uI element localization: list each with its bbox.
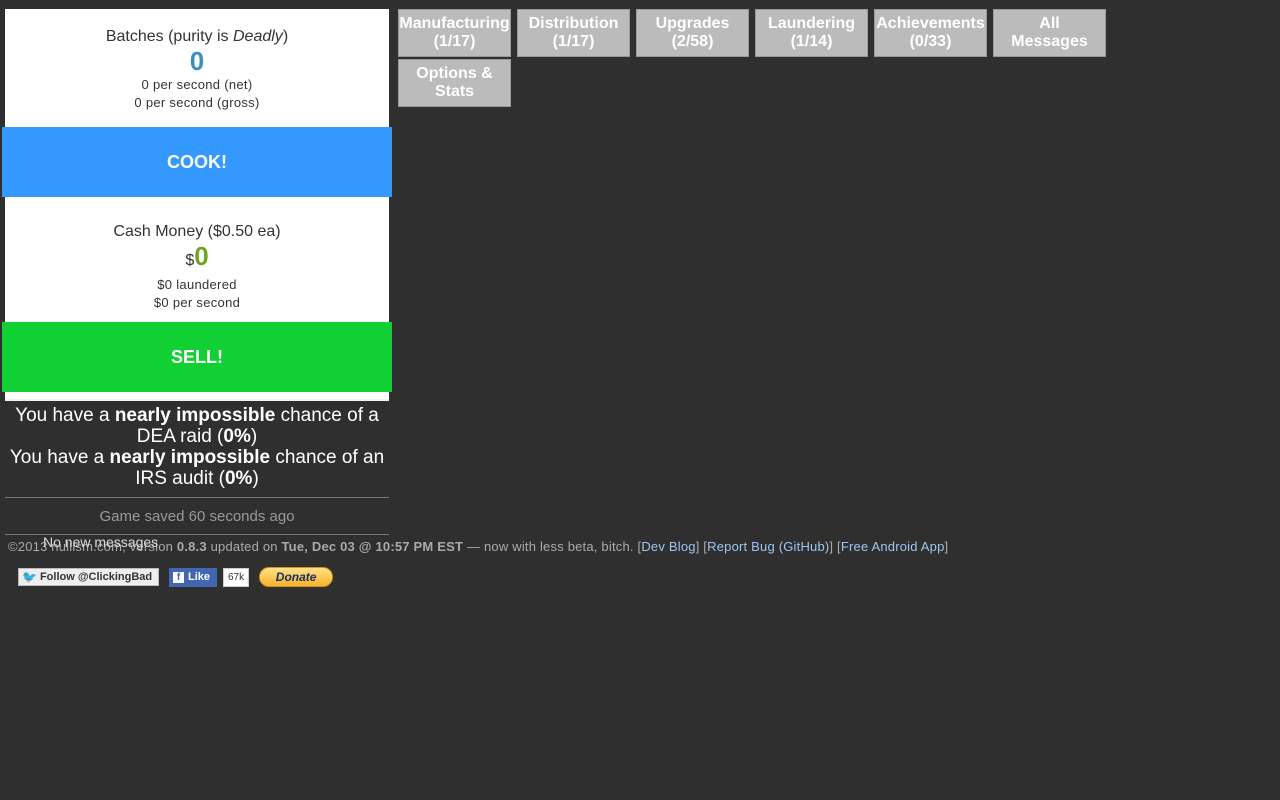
dea-risk: You have a nearly impossible chance of a… (15, 405, 379, 447)
cash-amount-row: $0 (5, 241, 389, 276)
social-bar: 🐦 Follow @ClickingBad f Like 67k Donate (18, 567, 334, 587)
cash-rate: $0 per second (153, 295, 241, 310)
dea-risk-pct: 0% (223, 426, 251, 447)
tab-laundering[interactable]: Laundering (1/14) (755, 9, 868, 57)
report-bug-link[interactable]: Report Bug (GitHub) (707, 539, 829, 554)
tab-options-stats[interactable]: Options & Stats (398, 59, 511, 107)
panel-bottom-edge (5, 392, 389, 401)
batches-gross-rate: 0 per second (gross) (134, 95, 260, 110)
messages-status: No new messages (43, 534, 159, 550)
irs-risk-level: nearly impossible (109, 447, 271, 468)
facebook-like-button[interactable]: f Like (169, 567, 217, 587)
tab-all-messages[interactable]: All Messages (993, 9, 1106, 57)
facebook-icon: f (173, 571, 184, 583)
updated-date: Tue, Dec 03 @ 10:57 PM EST (281, 539, 464, 554)
twitter-bird-icon: 🐦 (22, 570, 37, 584)
facebook-like: f Like 67k (169, 567, 250, 587)
tab-manufacturing[interactable]: Manufacturing (1/17) (398, 9, 511, 57)
irs-risk: You have a nearly impossible chance of a… (9, 447, 385, 489)
purity-value: Deadly (233, 28, 283, 45)
batches-count: 0 (189, 46, 205, 76)
donate-button[interactable]: Donate (259, 567, 334, 587)
tab-distribution[interactable]: Distribution (1/17) (517, 9, 630, 57)
risk-info: You have a nearly impossible chance of a… (5, 405, 389, 489)
left-column: Batches (purity is Deadly) 0 0 per secon… (2, 9, 392, 535)
tab-achievements[interactable]: Achievements (0/33) (874, 9, 987, 57)
sell-button[interactable]: SELL! (2, 322, 392, 392)
facebook-like-count: 67k (223, 567, 250, 587)
cash-panel: Cash Money ($0.50 ea) $0 $0 laundered $0… (5, 197, 389, 322)
android-app-link[interactable]: Free Android App (841, 539, 945, 554)
cash-label: Cash Money ($0.50 ea) (113, 223, 281, 240)
dev-blog-link[interactable]: Dev Blog (641, 539, 695, 554)
cash-laundered: $0 laundered (157, 277, 237, 292)
save-status: Game saved 60 seconds ago (99, 508, 295, 525)
batches-panel: Batches (purity is Deadly) 0 0 per secon… (5, 9, 389, 127)
cash-amount: 0 (194, 241, 209, 271)
dea-risk-level: nearly impossible (114, 405, 276, 426)
irs-risk-pct: 0% (224, 468, 253, 489)
batches-net-rate: 0 per second (net) (141, 77, 253, 92)
currency-symbol: $ (185, 252, 195, 269)
batches-label: Batches (purity is Deadly) (105, 28, 289, 45)
version: 0.8.3 (176, 539, 207, 554)
cook-button[interactable]: COOK! (2, 127, 392, 197)
tab-upgrades[interactable]: Upgrades (2/58) (636, 9, 749, 57)
twitter-follow-button[interactable]: 🐦 Follow @ClickingBad (18, 568, 159, 586)
